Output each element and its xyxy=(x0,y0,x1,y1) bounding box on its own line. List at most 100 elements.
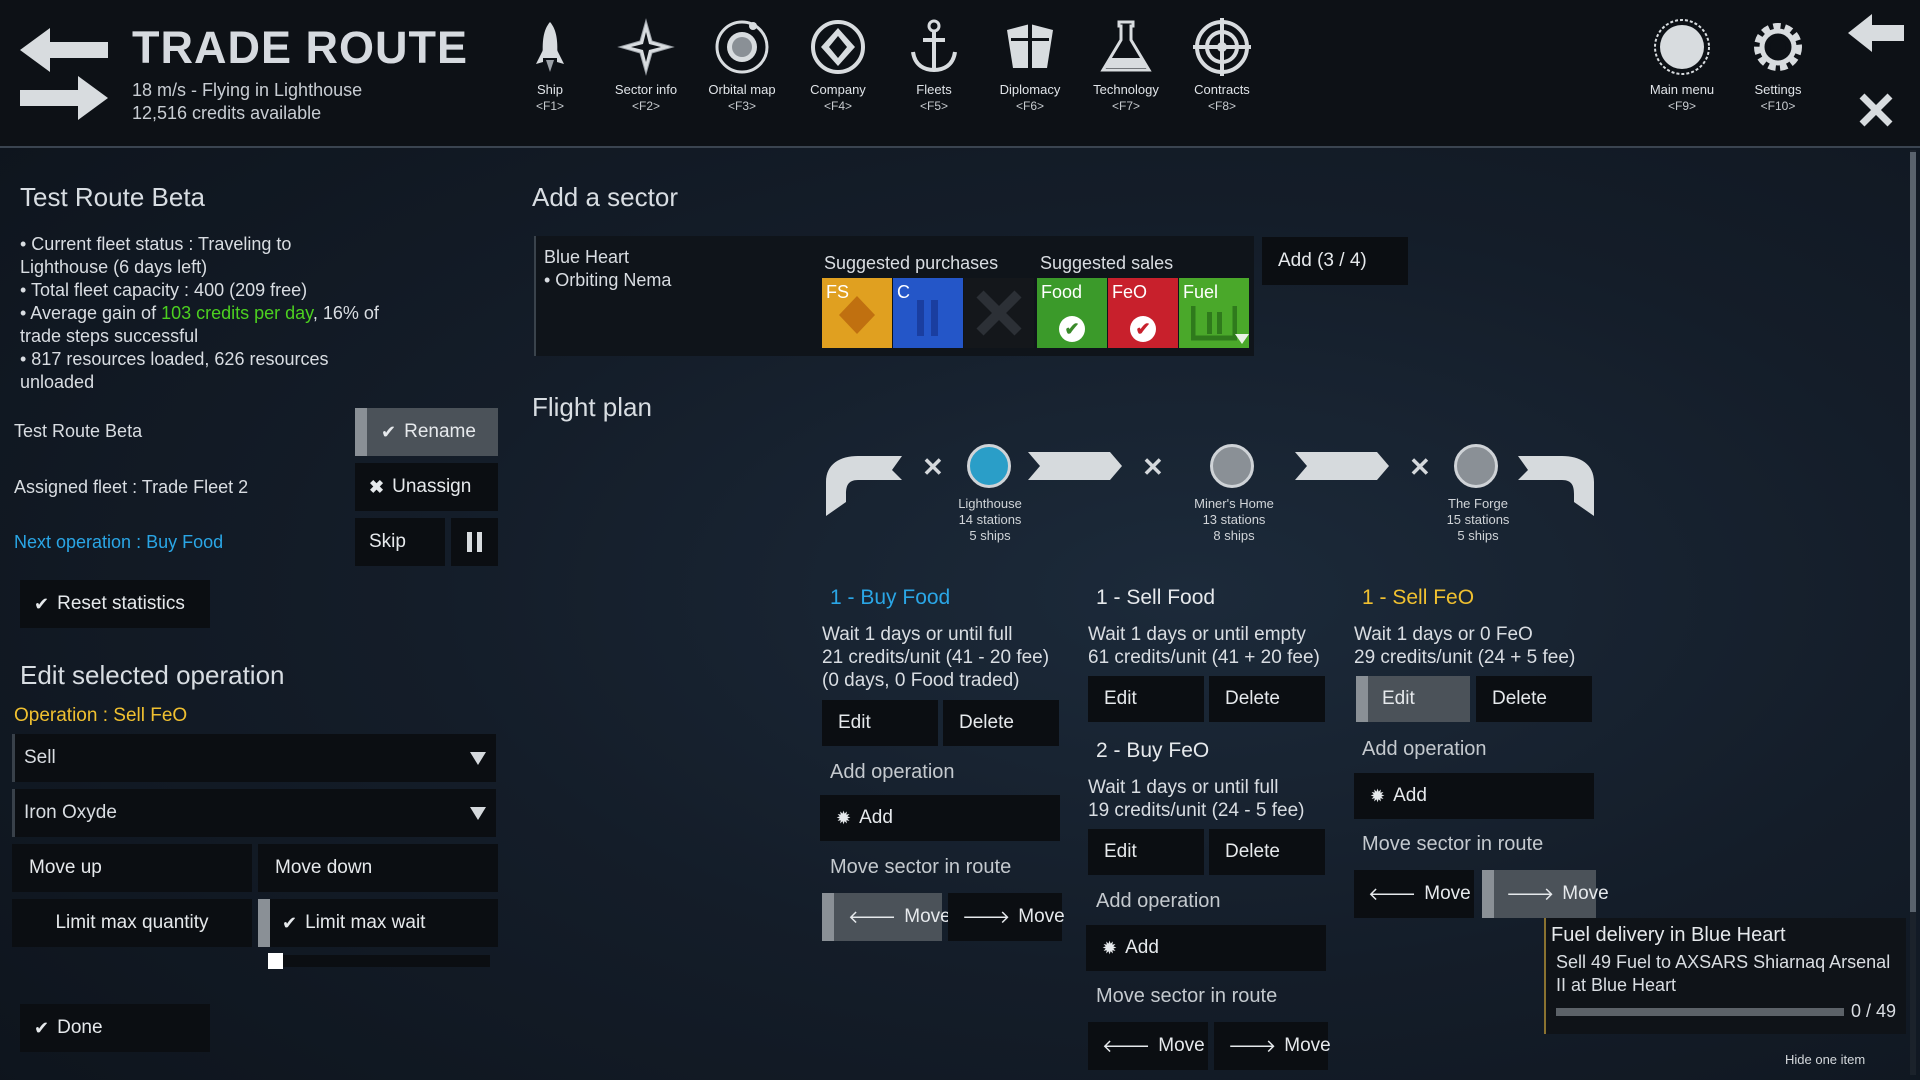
delete-label: Delete xyxy=(1225,688,1280,709)
delete-operation-button[interactable]: Delete xyxy=(1209,676,1325,722)
resource-fuel-tile[interactable]: Fuel xyxy=(1179,278,1249,348)
operation-type-select[interactable]: Sell xyxy=(12,734,496,782)
remove-sector-icon[interactable]: ✕ xyxy=(922,452,944,483)
nav-diplomacy-button[interactable]: Diplomacy <F6> xyxy=(982,18,1078,126)
notification-line: Sell 49 Fuel to AXSARS Shiarnaq Arsenal xyxy=(1556,952,1891,972)
unassign-button[interactable]: ✖ Unassign xyxy=(355,463,498,511)
fs-diamond-icon xyxy=(839,296,875,334)
add-operation-button[interactable]: ✹ Add xyxy=(820,795,1060,841)
flight-plan-title: Flight plan xyxy=(532,392,652,422)
operation-title[interactable]: 2 - Buy FeO xyxy=(1096,739,1209,763)
chevron-down-icon xyxy=(1235,334,1249,344)
move-down-button[interactable]: Move down xyxy=(258,844,498,892)
route-start-arrow-icon xyxy=(826,456,902,516)
check-icon: ✔ xyxy=(34,1017,50,1038)
edit-operation-button[interactable]: Edit xyxy=(1356,676,1470,722)
pause-button[interactable] xyxy=(451,518,498,566)
nav-label: Sector info xyxy=(614,82,678,97)
operation-title[interactable]: 1 - Sell Food xyxy=(1096,586,1215,610)
nav-main-menu-button[interactable]: Main menu <F9> xyxy=(1634,18,1730,126)
nav-sector-info-button[interactable]: Sector info <F2> xyxy=(598,18,694,126)
resource-code: C xyxy=(897,282,910,302)
delete-operation-button[interactable]: Delete xyxy=(1209,829,1325,875)
move-sector-left-button[interactable]: 🡐 Move xyxy=(1354,870,1474,918)
top-bar: TRADE ROUTE 18 m/s - Flying in Lighthous… xyxy=(0,0,1920,148)
route-capacity-line: • Total fleet capacity : 400 (209 free) xyxy=(20,280,308,300)
edit-label: Edit xyxy=(838,712,871,733)
nav-contracts-button[interactable]: Contracts <F8> xyxy=(1174,18,1270,126)
add-operation-button[interactable]: ✹ Add xyxy=(1086,925,1326,971)
operation-detail: 29 credits/unit (24 + 5 fee) xyxy=(1354,647,1576,668)
remove-sector-icon[interactable]: ✕ xyxy=(1409,452,1431,483)
move-sector-left-button[interactable]: 🡐 Move xyxy=(822,893,951,941)
operation-title-selected[interactable]: 1 - Sell FeO xyxy=(1362,586,1474,610)
edit-operation-button[interactable]: Edit xyxy=(1088,676,1204,722)
notification-progress-text: 0 / 49 xyxy=(1851,1001,1897,1021)
notification-title: Fuel delivery in Blue Heart xyxy=(1551,924,1786,946)
nav-label: Company xyxy=(810,82,866,97)
nav-orbital-map-button[interactable]: Orbital map <F3> xyxy=(694,18,790,126)
limit-max-wait-toggle[interactable]: ✔ Limit max wait xyxy=(258,899,498,947)
sector-orbit: • Orbiting Nema xyxy=(544,270,672,290)
move-sector-left-button[interactable]: 🡐 Move xyxy=(1088,1022,1208,1070)
sector-node-the-forge[interactable] xyxy=(1454,444,1498,488)
remove-sector-icon[interactable]: ✕ xyxy=(1142,452,1164,483)
edit-label: Edit xyxy=(1382,688,1415,709)
resource-fs-tile[interactable]: FS xyxy=(822,278,892,348)
check-icon: ✔ xyxy=(34,593,50,614)
slider-handle[interactable] xyxy=(268,953,283,969)
move-up-button[interactable]: Move up xyxy=(12,844,252,892)
resource-select[interactable]: Iron Oxyde xyxy=(12,789,496,837)
rename-button[interactable]: ✔ Rename xyxy=(355,408,498,456)
resource-c-tile[interactable]: C xyxy=(893,278,963,348)
sector-caption-stations: 13 stations xyxy=(1202,512,1266,527)
edit-operation-button[interactable]: Edit xyxy=(1088,829,1204,875)
skip-button[interactable]: Skip xyxy=(355,518,445,566)
sector-node-miners-home[interactable] xyxy=(1210,444,1254,488)
sector-caption-name: The Forge xyxy=(1448,496,1508,511)
resource-feo-tile[interactable]: FeO ✔ xyxy=(1108,278,1178,348)
route-title: Test Route Beta xyxy=(20,182,205,212)
move-sector-right-button[interactable]: 🡒 Move xyxy=(948,893,1065,941)
limit-wait-label: Limit max wait xyxy=(305,912,426,933)
arrow-left-icon[interactable] xyxy=(20,28,110,72)
check-icon: ✔ xyxy=(381,421,397,442)
nav-company-button[interactable]: Company <F4> xyxy=(790,18,886,126)
arrow-right-icon[interactable] xyxy=(20,76,110,120)
nav-fleets-button[interactable]: Fleets <F5> xyxy=(886,18,982,126)
resource-value: Iron Oxyde xyxy=(24,802,117,823)
sector-node-lighthouse[interactable] xyxy=(967,444,1011,488)
operation-title[interactable]: 1 - Buy Food xyxy=(830,586,950,610)
delete-operation-button[interactable]: Delete xyxy=(1476,676,1592,722)
reset-statistics-button[interactable]: ✔ Reset statistics xyxy=(20,580,210,628)
hide-one-item-link[interactable]: Hide one item xyxy=(1785,1048,1865,1071)
nav-settings-button[interactable]: Settings <F10> xyxy=(1730,18,1826,126)
done-button[interactable]: ✔ Done xyxy=(20,1004,210,1052)
edit-operation-button[interactable]: Edit xyxy=(822,700,938,746)
nav-technology-button[interactable]: Technology <F7> xyxy=(1078,18,1174,126)
move-sector-right-button[interactable]: 🡒 Move xyxy=(1482,870,1609,918)
add-sector-button[interactable]: Add (3 / 4) xyxy=(1262,237,1408,285)
unassign-label: Unassign xyxy=(392,476,472,497)
move-sector-right-button[interactable]: 🡒 Move xyxy=(1214,1022,1331,1070)
add-operation-button[interactable]: ✹ Add xyxy=(1354,773,1594,819)
resource-food-tile[interactable]: Food ✔ xyxy=(1037,278,1107,348)
close-icon[interactable] xyxy=(1858,92,1894,128)
nav-label: Settings xyxy=(1754,82,1802,97)
operation-detail: Wait 1 days or until full xyxy=(822,624,1013,645)
add-sector-label: Add (3 / 4) xyxy=(1278,250,1367,271)
nav-ship-button[interactable]: Ship <F1> xyxy=(502,18,598,126)
route-status-line: • Current fleet status : Traveling to xyxy=(20,234,292,254)
route-gain-line: • Average gain of 103 credits per day, 1… xyxy=(20,302,379,325)
limit-max-quantity-toggle[interactable]: Limit max quantity xyxy=(12,899,252,947)
delete-operation-button[interactable]: Delete xyxy=(943,700,1059,746)
scrollbar-thumb[interactable] xyxy=(1910,152,1916,912)
back-arrow-icon[interactable] xyxy=(1848,14,1904,52)
move-label: Move xyxy=(1158,1035,1205,1056)
gain-value: 103 credits per day xyxy=(161,303,313,323)
operation-detail: Wait 1 days or until full xyxy=(1088,777,1279,798)
sparkle-icon: ✹ xyxy=(1102,937,1118,958)
skip-label: Skip xyxy=(369,531,406,552)
max-wait-slider[interactable] xyxy=(268,955,490,967)
resource-unknown-tile[interactable] xyxy=(964,278,1034,348)
